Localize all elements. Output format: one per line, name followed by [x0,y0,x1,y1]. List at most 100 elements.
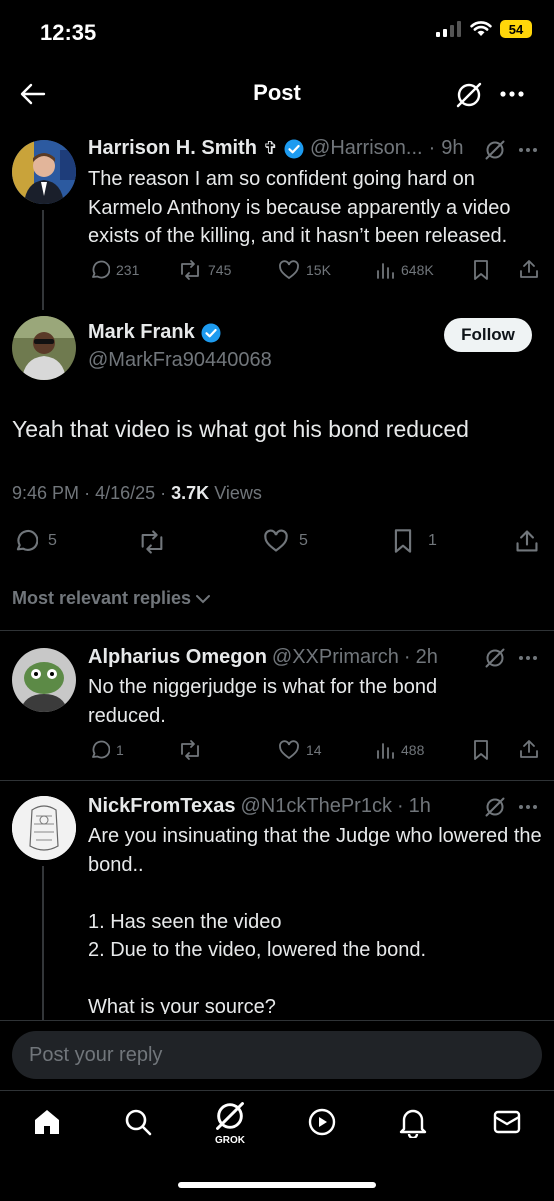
chevron-down-icon [196,594,211,603]
tweet-time: 2h [415,646,438,668]
author-handle[interactable]: @MarkFra90440068 [88,349,272,372]
tweet-time: 9h [441,137,464,159]
reply-count: 231 [116,262,140,278]
play-video-icon[interactable] [307,1107,337,1137]
reply-count: 5 [48,532,57,549]
reply-header: Alpharius Omegon @XXPrimarch · 2h [88,646,438,669]
avatar-image [12,648,76,712]
more-options-icon[interactable] [518,804,538,810]
tweet-text: Yeah that video is what got his bond red… [12,416,469,442]
share-icon[interactable] [518,258,540,280]
status-icons: 54 [436,20,532,38]
like-button[interactable]: 5 [263,528,308,554]
tweet-date: 4/16/25 [95,483,156,503]
more-options-icon[interactable] [518,147,538,153]
author-name[interactable]: Mark Frank [88,321,221,344]
reply-icon [92,260,110,279]
author-handle[interactable]: @Harrison... [310,137,423,160]
like-count: 5 [299,532,308,549]
grok-icon[interactable] [484,796,506,818]
avatar[interactable] [12,316,76,380]
wifi-icon [470,21,492,36]
bell-icon[interactable] [398,1106,428,1138]
author-handle[interactable]: @XXPrimarch [272,646,399,669]
like-count: 14 [306,742,322,758]
avatar[interactable] [12,648,76,712]
avatar[interactable] [12,796,76,860]
home-icon[interactable] [32,1107,62,1137]
name-symbol: ✞ [262,138,279,158]
follow-button[interactable]: Follow [444,318,532,352]
replies-filter[interactable]: Most relevant replies [12,588,211,609]
author-name[interactable]: NickFromTexas [88,795,235,818]
verified-badge-icon [201,323,221,342]
heart-icon [279,260,299,280]
tab-grok[interactable]: GROK [208,1099,252,1149]
bookmark-button[interactable]: 1 [392,528,437,554]
author-name[interactable]: Alpharius Omegon [88,646,267,669]
author-handle[interactable]: @N1ckThePr1ck [240,795,391,818]
avatar-image [12,316,76,380]
view-count: 488 [401,742,425,758]
reply-header: NickFromTexas @N1ckThePr1ck · 1h [88,795,431,818]
reply-icon [92,740,110,759]
battery-indicator: 54 [500,20,532,38]
share-icon[interactable] [518,738,540,760]
divider [0,780,554,781]
view-count: 648K [401,262,434,278]
more-options-icon[interactable] [500,90,524,98]
like-button[interactable]: 14 [278,739,322,761]
like-count: 15K [306,262,331,278]
views-label: Views [214,483,262,503]
divider [0,630,554,631]
repost-button[interactable]: 745 [178,259,231,281]
replies-filter-label: Most relevant replies [12,588,192,608]
bookmark-count: 1 [428,532,437,549]
avatar-image [12,796,76,860]
avatar-image [12,140,76,204]
tab-grok-label: GROK [215,1135,245,1146]
tweet-header: Harrison H. Smith ✞ @Harrison... · 9h [88,137,464,160]
like-button[interactable]: 15K [278,259,331,281]
tweet-text: Are you insinuating that the Judge who l… [88,825,542,1014]
more-options-icon[interactable] [518,655,538,661]
bookmark-icon[interactable] [472,259,490,281]
heart-icon [279,740,299,760]
reply-count: 1 [116,742,124,758]
signal-icon [436,21,461,37]
reply-button[interactable]: 5 [12,528,57,554]
author-name[interactable]: Harrison H. Smith [88,137,257,160]
tweet-time: 1h [408,795,431,817]
heart-icon [264,529,288,552]
verified-badge-icon [284,139,304,158]
reply-input[interactable]: Post your reply [12,1031,542,1079]
views-chart-icon [377,263,394,279]
thread-line [42,210,44,310]
status-time: 12:35 [40,20,97,45]
reply-button[interactable]: 231 [88,259,139,281]
views-button[interactable]: 488 [375,739,424,761]
reply-button[interactable]: 1 [88,739,124,761]
grok-icon[interactable] [455,81,483,109]
reply-icon [16,529,38,551]
grok-icon[interactable] [484,139,506,161]
grok-icon[interactable] [484,647,506,669]
share-icon[interactable] [514,528,540,554]
home-indicator [178,1182,376,1188]
tweet-text: The reason I am so confident going hard … [88,168,511,247]
messages-icon[interactable] [492,1108,522,1136]
bookmark-icon[interactable] [472,739,490,761]
repost-icon[interactable] [138,529,166,555]
tweet-text: No the niggerjudge is what for the bond … [88,676,438,727]
repost-icon[interactable] [178,739,202,761]
repost-icon [181,260,199,280]
avatar[interactable] [12,140,76,204]
view-count: 3.7K [171,483,210,503]
author-name-label: Mark Frank [88,321,195,343]
bookmark-icon [394,529,412,553]
tweet-meta: 9:46 PM · 4/16/25 · 3.7K Views [12,483,262,503]
views-button[interactable]: 648K [375,259,434,281]
search-icon[interactable] [123,1107,153,1137]
grok-icon [216,1102,244,1130]
repost-count: 745 [208,262,232,278]
